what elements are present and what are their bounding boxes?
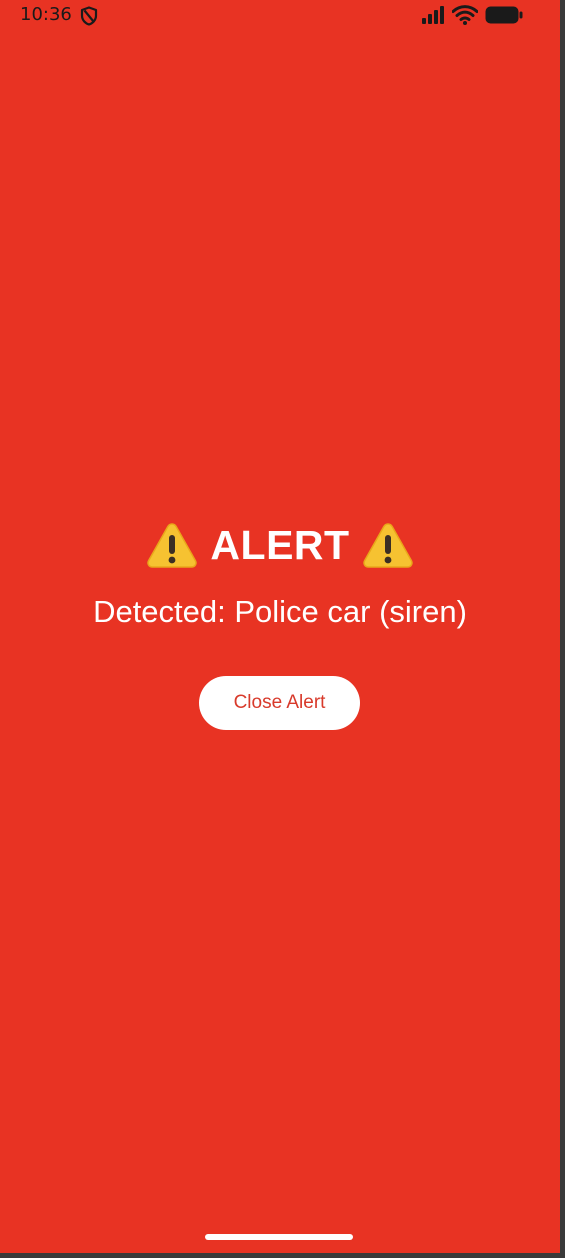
status-bar: 10:36 bbox=[0, 0, 560, 32]
alert-title: ALERT bbox=[210, 521, 350, 568]
battery-icon bbox=[485, 6, 523, 24]
alert-screen: 10:36 ALERT Detected: Police car (siren)… bbox=[0, 0, 560, 1253]
alert-message: Detected: Police car (siren) bbox=[93, 594, 467, 629]
shield-icon bbox=[80, 6, 98, 26]
warning-icon bbox=[362, 523, 413, 568]
wifi-icon bbox=[452, 5, 478, 25]
warning-icon bbox=[147, 523, 198, 568]
signal-icon bbox=[422, 6, 444, 24]
close-alert-button[interactable]: Close Alert bbox=[199, 676, 360, 730]
window-edge-bottom bbox=[0, 1253, 565, 1258]
home-indicator[interactable] bbox=[205, 1234, 353, 1240]
alert-content: ALERT Detected: Police car (siren) bbox=[0, 515, 560, 631]
alert-title-row: ALERT bbox=[0, 515, 560, 575]
status-time: 10:36 bbox=[20, 4, 72, 25]
window-edge-right bbox=[560, 0, 565, 1258]
